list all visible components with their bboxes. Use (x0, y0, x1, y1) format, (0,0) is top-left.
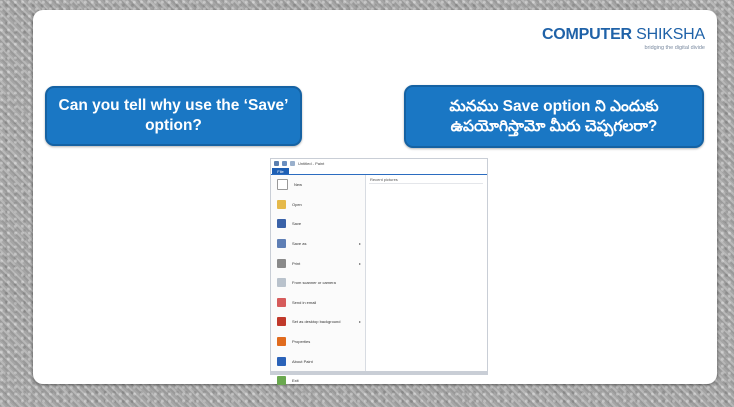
file-menu-item-label: Set as desktop background (292, 319, 341, 325)
file-menu-item-about-paint[interactable]: About Paint (271, 351, 365, 371)
submenu-arrow-icon: ▸ (358, 319, 361, 325)
window-title: Untitled - Paint (298, 161, 325, 166)
recent-divider (369, 183, 483, 184)
file-menu-item-set-as-desktop-background[interactable]: Set as desktop background ▸ (271, 312, 365, 332)
file-menu-item-new[interactable]: New (271, 175, 365, 195)
window-bottom-border (271, 371, 487, 374)
checkmark-icon (277, 337, 286, 347)
save-disk-icon (277, 219, 286, 229)
file-menu-item-label: Save (292, 221, 302, 227)
scanner-icon (277, 278, 286, 288)
email-icon (277, 297, 286, 307)
recent-pictures-heading: Recent pictures (370, 177, 398, 182)
file-menu-item-label: Save as (292, 241, 307, 247)
file-menu-item-save-as[interactable]: Save as ▸ (271, 234, 365, 254)
save-quick-icon (274, 161, 279, 166)
desktop-background-icon (277, 317, 286, 327)
file-menu-item-send-in-email[interactable]: Send in email (271, 293, 365, 313)
english-question-bubble: Can you tell why use the ‘Save’ option? (45, 86, 302, 146)
file-menu-item-properties[interactable]: Properties (271, 332, 365, 352)
redo-icon (290, 161, 295, 166)
save-as-icon (277, 239, 286, 249)
exit-icon (277, 376, 286, 386)
logo-text: COMPUTER SHIKSHA (542, 26, 705, 44)
file-menu-item-open[interactable]: Open (271, 195, 365, 215)
file-menu-item-print[interactable]: Print ▸ (271, 253, 365, 273)
logo-computer: COMPUTER (541, 26, 632, 43)
logo-shiksha: SHIKSHA (636, 26, 705, 43)
file-menu-item-save[interactable]: Save (271, 214, 365, 234)
submenu-arrow-icon: ▸ (358, 260, 361, 266)
quick-access-toolbar: Untitled - Paint (271, 159, 487, 168)
paint-file-menu-screenshot: Untitled - Paint File New Open Save Save as… (270, 158, 488, 386)
slide-panel: COMPUTER SHIKSHA bridging the digital di… (33, 10, 717, 386)
logo-tagline: bridging the digital divide (644, 45, 705, 51)
file-menu-item-label: Properties (292, 339, 311, 345)
new-file-icon (277, 179, 288, 191)
computer-shiksha-logo: COMPUTER SHIKSHA bridging the digital di… (542, 26, 705, 51)
submenu-arrow-icon: ▸ (358, 241, 361, 247)
file-menu-item-label: About Paint (292, 358, 313, 364)
file-menu-item-label: Print (292, 260, 301, 266)
undo-icon (282, 161, 287, 166)
telugu-question-bubble: మనము Save option ని ఎందుకు ఉపయోగిస్తామో … (404, 85, 704, 148)
file-menu-item-label: Exit (292, 378, 299, 384)
printer-icon (277, 258, 286, 268)
open-folder-icon (277, 199, 286, 209)
file-menu-item-label: Open (292, 201, 302, 207)
file-menu-item-label: New (294, 182, 303, 188)
file-menu-item-from-scanner-or-camera[interactable]: From scanner or camera (271, 273, 365, 293)
info-icon (277, 356, 286, 366)
file-menu-list: New Open Save Save as ▸ Print ▸ From scanner or… (271, 175, 366, 386)
file-menu-item-label: Send in email (292, 299, 317, 305)
file-menu-item-label: From scanner or camera (292, 280, 336, 286)
